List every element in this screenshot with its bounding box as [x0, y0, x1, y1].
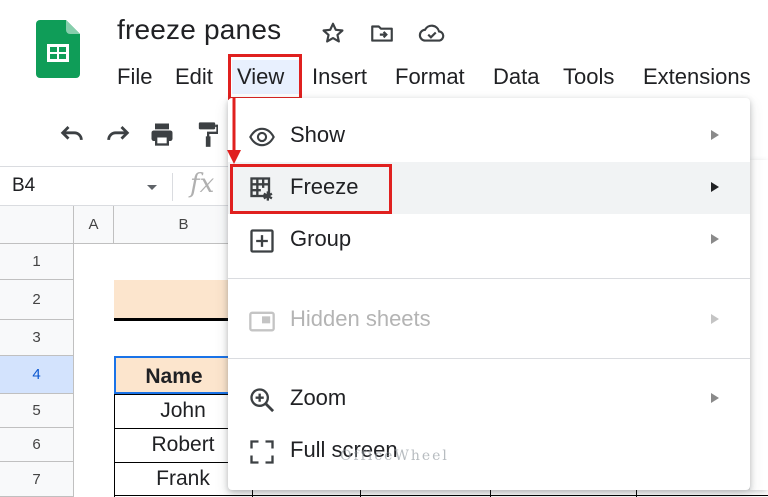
view-highlight-box — [228, 54, 302, 100]
menu-separator — [228, 278, 750, 279]
formula-bar-divider — [172, 173, 173, 201]
menu-item-group[interactable]: Group — [228, 214, 750, 266]
column-header-a[interactable]: A — [74, 206, 114, 244]
menu-insert[interactable]: Insert — [308, 60, 371, 94]
sheets-logo-icon[interactable] — [36, 20, 80, 78]
select-all-corner[interactable] — [0, 206, 74, 244]
menu-item-label: Group — [290, 226, 352, 251]
paint-format-icon[interactable] — [196, 120, 218, 148]
row-header-5[interactable]: 5 — [0, 394, 74, 428]
menu-item-label: Zoom — [290, 385, 347, 410]
watermark: OfficeWheel — [340, 448, 449, 464]
fullscreen-icon — [250, 440, 274, 464]
cell-b4[interactable]: Name — [114, 356, 234, 394]
menu-bar: File Edit View Insert Format Data Tools … — [117, 60, 768, 94]
title-underline — [114, 318, 234, 321]
star-icon[interactable] — [320, 20, 346, 46]
freeze-submenu — [750, 160, 768, 490]
menu-separator — [228, 358, 750, 359]
menu-file[interactable]: File — [113, 60, 156, 94]
menu-format[interactable]: Format — [391, 60, 469, 94]
redo-icon[interactable] — [104, 120, 132, 148]
row-header-4[interactable]: 4 — [0, 356, 74, 394]
menu-item-zoom[interactable]: Zoom — [228, 373, 750, 425]
row-header-2[interactable]: 2 — [0, 280, 74, 320]
view-menu-dropdown: Show Freeze Group Hidden sheets Zoom Ful… — [228, 98, 750, 490]
fx-icon: fx — [190, 169, 215, 199]
menu-item-show[interactable]: Show — [228, 110, 750, 162]
print-icon[interactable] — [148, 120, 176, 148]
row-header-7[interactable]: 7 — [0, 462, 74, 497]
menu-tools[interactable]: Tools — [559, 60, 618, 94]
menu-item-label: Hidden sheets — [290, 306, 431, 331]
submenu-arrow-icon — [711, 182, 719, 192]
hidden-sheet-icon — [249, 311, 275, 332]
menu-item-label: Show — [290, 122, 346, 147]
menu-data[interactable]: Data — [489, 60, 543, 94]
submenu-arrow-icon — [711, 130, 719, 140]
chevron-down-icon[interactable] — [146, 184, 158, 192]
submenu-arrow-icon — [711, 314, 719, 324]
annotation-arrow-icon — [227, 98, 241, 164]
cloud-status-icon[interactable] — [418, 20, 446, 46]
move-to-folder-icon[interactable] — [369, 20, 395, 46]
menu-edit[interactable]: Edit — [171, 60, 217, 94]
undo-icon[interactable] — [58, 120, 86, 148]
title-cell-fill — [114, 280, 234, 318]
row-header-1[interactable]: 1 — [0, 244, 74, 280]
submenu-arrow-icon — [711, 393, 719, 403]
eye-icon — [249, 127, 275, 147]
row-header-6[interactable]: 6 — [0, 428, 74, 462]
row-header-3[interactable]: 3 — [0, 320, 74, 356]
menu-item-hidden-sheets: Hidden sheets — [228, 294, 750, 346]
name-box[interactable]: B4 — [12, 175, 35, 197]
menu-item-full-screen[interactable]: Full screen — [228, 425, 750, 477]
freeze-highlight-box — [230, 164, 392, 214]
document-title[interactable]: freeze panes — [117, 14, 281, 46]
plus-box-icon — [250, 229, 274, 253]
table-border — [114, 495, 768, 496]
submenu-arrow-icon — [711, 234, 719, 244]
zoom-in-icon — [250, 388, 275, 413]
menu-extensions[interactable]: Extensions — [639, 60, 755, 94]
